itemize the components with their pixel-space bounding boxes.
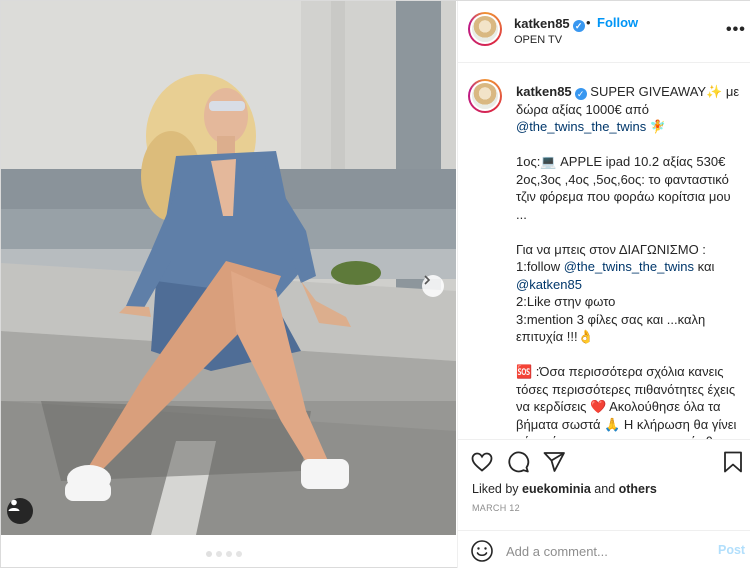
rule-2: 2:Like στην φωτο (516, 294, 616, 309)
mention-suffix: 🧚 (646, 119, 667, 134)
paper-plane-icon[interactable] (542, 450, 566, 474)
caption-username[interactable]: katken85 (516, 84, 572, 99)
rule1-prefix: 1:follow (516, 259, 564, 274)
separator-dot: • (586, 15, 591, 30)
prize-line-1: 1ος:💻 APPLE ipad 10.2 αξίας 530€ (516, 154, 726, 169)
likes-mid: and (590, 482, 619, 496)
instagram-post: katken85 ✓ • Follow OPEN TV ••• katken85 ✓… (0, 0, 750, 568)
prize-line-2: 2ος,3ος ,4ος ,5ος,6ος: το φανταστικό τζι… (516, 171, 731, 222)
caption-avatar[interactable] (468, 79, 502, 113)
location-link[interactable]: OPEN TV (514, 34, 562, 46)
verified-badge-icon: ✓ (574, 88, 587, 100)
carousel-next-button[interactable] (422, 275, 444, 297)
caption-note: :Όσα περισσότερα σχόλια κανεις τόσες περ… (516, 364, 737, 439)
bookmark-icon[interactable] (722, 450, 744, 474)
post-side-panel: katken85 ✓ • Follow OPEN TV ••• katken85 ✓… (457, 1, 750, 568)
post-photo[interactable] (1, 1, 456, 535)
carousel-dot (216, 551, 222, 557)
post-comment-button[interactable]: Post (718, 543, 745, 557)
comment-bubble-icon[interactable] (506, 450, 530, 474)
carousel-dot (236, 551, 242, 557)
rule1-suffix: και (693, 259, 715, 274)
likes-summary: Liked by euekominia and others (472, 482, 657, 496)
post-actions: Liked by euekominia and others MARCH 12 … (458, 439, 750, 568)
likes-prefix: Liked by (472, 482, 523, 496)
user-tag-icon (8, 499, 20, 511)
rules-title: Για να μπεις στον ΔΙΑΓΩΝΙΣΜΟ : (516, 241, 706, 257)
carousel-dot (206, 551, 212, 557)
avatar[interactable] (468, 12, 502, 46)
follow-button[interactable]: Follow (597, 15, 638, 30)
comment-input[interactable] (506, 541, 706, 561)
mention-link[interactable]: @the_twins_the_twins (516, 119, 646, 134)
post-header: katken85 ✓ • Follow OPEN TV ••• (458, 1, 750, 63)
username-text[interactable]: katken85 (514, 16, 570, 31)
heart-icon[interactable] (470, 450, 494, 474)
carousel-indicator (206, 551, 242, 557)
smiley-icon[interactable] (470, 539, 494, 563)
likes-others-link[interactable]: others (619, 482, 657, 496)
mention-link[interactable]: @katken85 (516, 276, 742, 294)
chevron-right-icon (424, 275, 431, 285)
mention-link[interactable]: @the_twins_the_twins (564, 259, 694, 274)
liker-username[interactable]: euekominia (522, 482, 591, 496)
sos-icon: 🆘 (516, 364, 533, 379)
caption-section: katken85 ✓ SUPER GIVEAWAY✨ με δώρα αξίας … (458, 63, 750, 439)
username-link[interactable]: katken85 ✓ (514, 16, 585, 32)
add-comment-row: Post (458, 530, 750, 568)
verified-badge-icon: ✓ (572, 20, 585, 32)
rule-3: 3:mention 3 φίλες σας και ...καλη επιτυχ… (516, 311, 706, 345)
photo-illustration (1, 1, 456, 535)
more-options-icon[interactable]: ••• (726, 21, 746, 39)
tagged-users-button[interactable] (7, 498, 33, 524)
carousel-dot (226, 551, 232, 557)
post-date[interactable]: MARCH 12 (472, 503, 520, 513)
caption-text: katken85 ✓ SUPER GIVEAWAY✨ με δώρα αξίας … (516, 83, 742, 439)
